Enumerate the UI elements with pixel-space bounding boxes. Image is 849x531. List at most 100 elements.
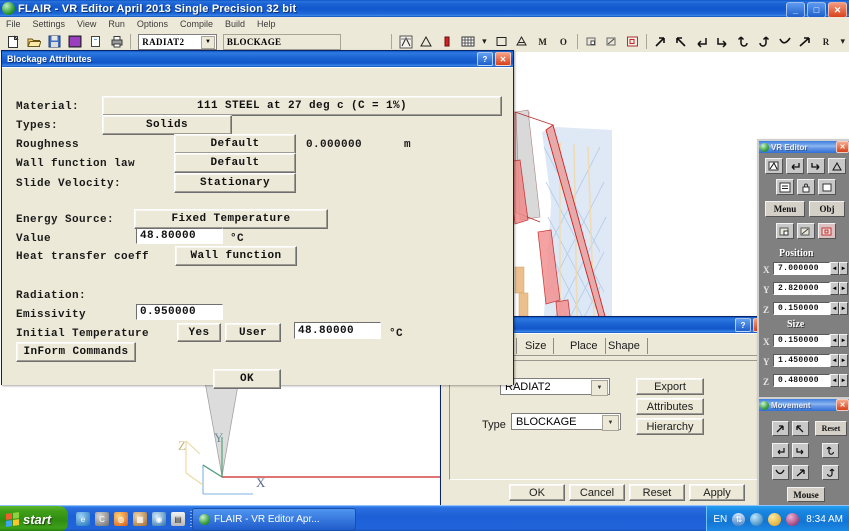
menu-item-compile[interactable]: Compile [174,17,219,31]
position-z-spin-down[interactable]: ◄ [830,302,839,315]
position-x-spin-up[interactable]: ► [839,262,848,275]
position-z-spin-up[interactable]: ► [839,302,848,315]
inform-commands-button[interactable]: InForm Commands [16,342,136,362]
copy-object-icon[interactable] [797,223,815,239]
doc-icon[interactable]: ▤ [171,512,185,526]
obj-button[interactable]: Obj [809,201,845,217]
reset-button[interactable]: Reset [815,421,847,436]
copy-page-icon[interactable] [87,32,106,51]
colour-palette-icon[interactable] [66,32,85,51]
select-object-icon[interactable] [765,158,783,174]
wall-function-law-button[interactable]: Default [174,153,296,173]
menu-button[interactable]: Menu [765,201,805,217]
move-enter-left-icon[interactable] [772,443,789,458]
shield-icon[interactable] [768,512,782,526]
size-y-input[interactable]: 1.450000 [773,354,830,367]
grid-icon[interactable] [458,32,477,51]
help-button[interactable]: ? [477,52,493,66]
probe-icon[interactable] [417,32,436,51]
app-icon[interactable]: ▦ [133,512,147,526]
tab-place[interactable]: Place [563,338,606,354]
rotate-ccw-icon[interactable] [754,32,773,51]
grid-dropdown-icon[interactable]: ▾ [479,32,490,51]
position-y-spin-down[interactable]: ◄ [830,282,839,295]
delete-object-icon[interactable] [818,223,836,239]
move-enter-right-icon[interactable] [792,443,809,458]
redblock-icon[interactable] [438,32,457,51]
tab-shape[interactable]: Shape [601,338,648,354]
close-icon[interactable]: ✕ [495,52,511,66]
energy-source-button[interactable]: Fixed Temperature [134,209,328,229]
ok-button[interactable]: OK [509,484,565,501]
firefox-icon[interactable]: ◍ [114,512,128,526]
menu-item-file[interactable]: File [0,17,27,31]
reset-button[interactable]: Reset [629,484,685,501]
domain-box-icon[interactable] [492,32,511,51]
close-icon[interactable]: ✕ [836,141,849,153]
initial-temperature-user-button[interactable]: User [225,323,281,342]
size-x-spin-up[interactable]: ► [839,334,848,347]
arrow-up-left-icon[interactable] [672,32,691,51]
position-z-input[interactable]: 0.150000 [773,302,830,315]
rotate-ccw-icon[interactable] [822,465,839,480]
size-z-spin-up[interactable]: ► [839,374,848,387]
hierarchy-button[interactable]: Hierarchy [636,418,704,435]
save-disk-icon[interactable] [45,32,64,51]
size-x-spin-down[interactable]: ◄ [830,334,839,347]
small-obj2-icon[interactable] [602,32,621,51]
attributes-button[interactable]: Attributes [636,398,704,415]
start-button[interactable]: start [0,506,68,531]
slide-velocity-button[interactable]: Stationary [174,173,296,193]
menu-item-build[interactable]: Build [219,17,251,31]
move-down-left-icon[interactable] [772,465,789,480]
object-type-select[interactable]: BLOCKAGE ▼ [511,413,621,431]
movement-palette-title-bar[interactable]: Movement ✕ [759,399,849,411]
help-button[interactable]: ? [735,318,751,332]
position-y-spin-up[interactable]: ► [839,282,848,295]
emissivity-input[interactable]: 0.950000 [136,304,223,320]
close-button[interactable]: ✕ [828,2,847,18]
heat-transfer-coeff-button[interactable]: Wall function [175,246,297,266]
maximize-button[interactable]: □ [807,2,826,18]
cancel-button[interactable]: Cancel [569,484,625,501]
size-y-spin-up[interactable]: ► [839,354,848,367]
square-outline-icon[interactable] [818,179,836,195]
object-icon[interactable] [513,32,532,51]
blockage-dialog-title-bar[interactable]: Blockage Attributes ? ✕ [2,51,513,67]
mesh-toggle-icon[interactable] [396,32,415,51]
cd-icon[interactable]: ◉ [152,512,166,526]
arrow-enter-left-icon[interactable] [692,32,711,51]
monitor-m-icon[interactable]: M [533,32,552,51]
network-icon[interactable]: ⇅ [732,512,746,526]
size-z-spin-down[interactable]: ◄ [830,374,839,387]
menu-item-run[interactable]: Run [102,17,131,31]
move-up-right-icon[interactable] [772,421,789,436]
roughness-default-button[interactable]: Default [174,134,296,154]
position-y-input[interactable]: 2.820000 [773,282,830,295]
size-y-spin-down[interactable]: ◄ [830,354,839,367]
position-x-input[interactable]: 7.000000 [773,262,830,275]
types-button[interactable]: Solids [102,115,232,135]
language-indicator[interactable]: EN [713,514,727,525]
new-object-icon[interactable] [776,223,794,239]
apply-button[interactable]: Apply [689,484,745,501]
peak-shape-icon[interactable] [828,158,846,174]
small-obj-icon[interactable] [582,32,601,51]
list-lines-icon[interactable] [776,179,794,195]
rotate-cw-icon[interactable] [822,443,839,458]
R-dropdown-icon[interactable]: ▾ [837,32,848,51]
menu-item-settings[interactable]: Settings [27,17,72,31]
object-o-icon[interactable]: O [554,32,573,51]
export-button[interactable]: Export [636,378,704,395]
move-down-right-icon[interactable] [792,465,809,480]
clock[interactable]: 8:34 AM [806,514,843,525]
object-name-select[interactable]: RADIAT2 ▼ [500,378,610,396]
vr-editor-palette-title-bar[interactable]: VR Editor ✕ [759,141,849,153]
media-icon[interactable]: C [95,512,109,526]
tilt-down-icon[interactable] [775,32,794,51]
print-icon[interactable] [108,32,127,51]
initial-temperature-input[interactable]: 48.80000 [294,322,381,339]
object-name-combo[interactable]: RADIAT2 ▼ [138,33,217,50]
open-folder-icon[interactable] [25,32,44,51]
rotate-cw-icon[interactable] [734,32,753,51]
